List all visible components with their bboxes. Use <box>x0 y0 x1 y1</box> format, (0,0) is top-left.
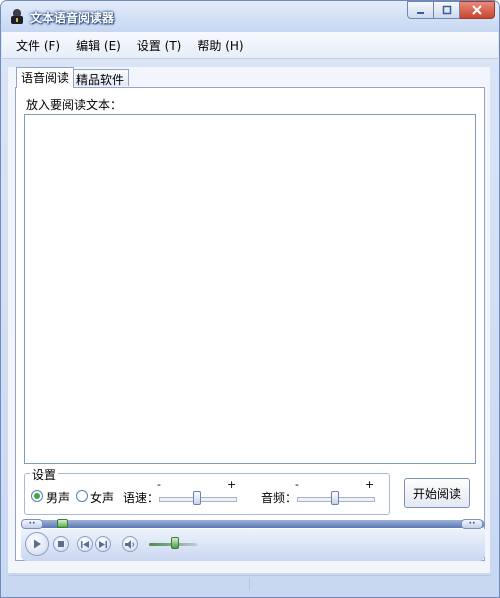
close-button[interactable] <box>460 1 495 19</box>
speaker-app-icon <box>11 9 23 24</box>
title-bar[interactable]: 文本语音阅读器 <box>1 1 499 32</box>
maximize-button[interactable] <box>434 1 460 19</box>
close-icon <box>472 5 482 15</box>
start-reading-button[interactable]: 开始阅读 <box>404 478 470 508</box>
settings-group-title: 设置 <box>30 466 59 483</box>
female-voice-label[interactable]: 女声 <box>90 489 114 506</box>
seek-left-cap: •• <box>21 519 43 529</box>
speaker-volume-icon <box>125 539 134 549</box>
maximize-icon <box>442 5 451 15</box>
minimize-icon <box>416 12 424 14</box>
speed-label: 语速： <box>123 491 160 505</box>
pitch-slider-thumb[interactable] <box>331 491 339 505</box>
seek-right-cap: •• <box>461 519 483 529</box>
stop-icon <box>58 541 64 547</box>
menu-bar: 文件 (F) 编辑 (E) 设置 (T) 帮助 (H) <box>2 32 498 59</box>
stop-button[interactable] <box>53 536 69 552</box>
menu-help[interactable]: 帮助 (H) <box>197 37 243 54</box>
client-area: 语音阅读 精品软件 放入要阅读文本： 设置 男声 女声 语速： - + 音频： … <box>8 67 490 573</box>
volume-slider-thumb[interactable] <box>171 537 179 549</box>
next-button[interactable] <box>95 536 111 552</box>
window-title: 文本语音阅读器 <box>30 11 115 25</box>
minimize-button[interactable] <box>407 1 434 19</box>
tab-voice-reading[interactable]: 语音阅读 <box>16 67 75 88</box>
media-player: •• •• <box>15 519 497 570</box>
speed-minus-mark: - <box>157 478 161 491</box>
male-voice-label[interactable]: 男声 <box>46 489 70 506</box>
speed-slider-thumb[interactable] <box>193 491 201 505</box>
play-button[interactable] <box>25 532 49 556</box>
menu-edit[interactable]: 编辑 (E) <box>76 37 121 54</box>
previous-button[interactable] <box>77 536 93 552</box>
status-bar <box>9 575 491 593</box>
seek-bar[interactable]: •• •• <box>21 519 485 529</box>
tab-featured-software[interactable]: 精品软件 <box>71 69 130 87</box>
next-icon <box>99 540 107 548</box>
player-controls <box>21 529 485 561</box>
settings-group: 设置 男声 女声 语速： - + 音频： - + <box>24 466 390 515</box>
pitch-label: 音频： <box>261 491 298 505</box>
pitch-plus-mark: + <box>365 478 375 491</box>
voice-reading-panel: 放入要阅读文本： 设置 男声 女声 语速： - + 音频： - + 开始阅读 <box>15 87 485 561</box>
speed-plus-mark: + <box>227 478 237 491</box>
menu-file[interactable]: 文件 (F) <box>16 37 60 54</box>
female-voice-radio[interactable] <box>76 490 88 502</box>
pitch-slider[interactable]: - + <box>295 478 377 506</box>
reading-text-area[interactable] <box>24 114 476 464</box>
play-icon <box>34 539 41 549</box>
status-bar-divider <box>249 578 250 590</box>
speed-slider[interactable]: - + <box>157 478 239 506</box>
app-window: 文本语音阅读器 文件 (F) 编辑 (E) 设置 (T) 帮助 (H) 语音阅读… <box>0 0 500 598</box>
menu-settings[interactable]: 设置 (T) <box>137 37 182 54</box>
radio-selected-dot <box>34 493 40 499</box>
mute-button[interactable] <box>122 536 138 552</box>
pitch-minus-mark: - <box>295 478 299 491</box>
text-prompt-label: 放入要阅读文本： <box>26 98 123 112</box>
seek-thumb[interactable] <box>57 519 68 528</box>
male-voice-radio[interactable] <box>31 490 43 502</box>
previous-icon <box>81 540 89 548</box>
